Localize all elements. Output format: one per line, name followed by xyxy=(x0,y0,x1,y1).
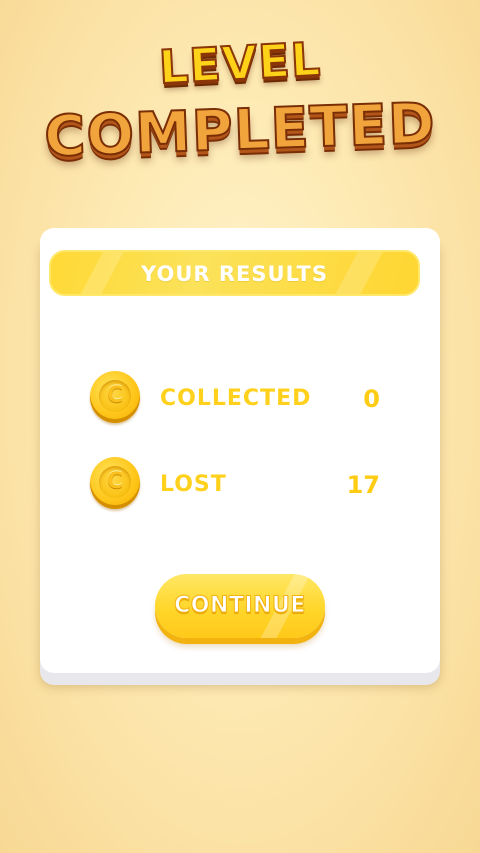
lost-row: C LOST 17 xyxy=(90,457,380,513)
level-title: LEVEL xyxy=(157,31,324,95)
coin-icon: C xyxy=(90,371,140,423)
lost-label: LOST xyxy=(160,472,227,497)
collected-row: C COLLECTED 0 xyxy=(90,371,380,427)
lost-value: 17 xyxy=(346,471,380,499)
coin-glyph: C xyxy=(99,380,131,412)
completed-title: COMPLETED xyxy=(42,90,437,171)
collected-label: COLLECTED xyxy=(160,386,312,411)
coin-glyph: C xyxy=(99,466,131,498)
results-card: YOUR RESULTS C COLLECTED 0 C LOST 17 CON… xyxy=(40,228,440,673)
coin-icon: C xyxy=(90,457,140,509)
collected-value: 0 xyxy=(363,385,380,413)
results-banner: YOUR RESULTS xyxy=(49,250,420,296)
results-title: YOUR RESULTS xyxy=(141,262,328,286)
continue-button[interactable]: CONTINUE xyxy=(155,574,325,638)
continue-label: CONTINUE xyxy=(174,593,306,619)
